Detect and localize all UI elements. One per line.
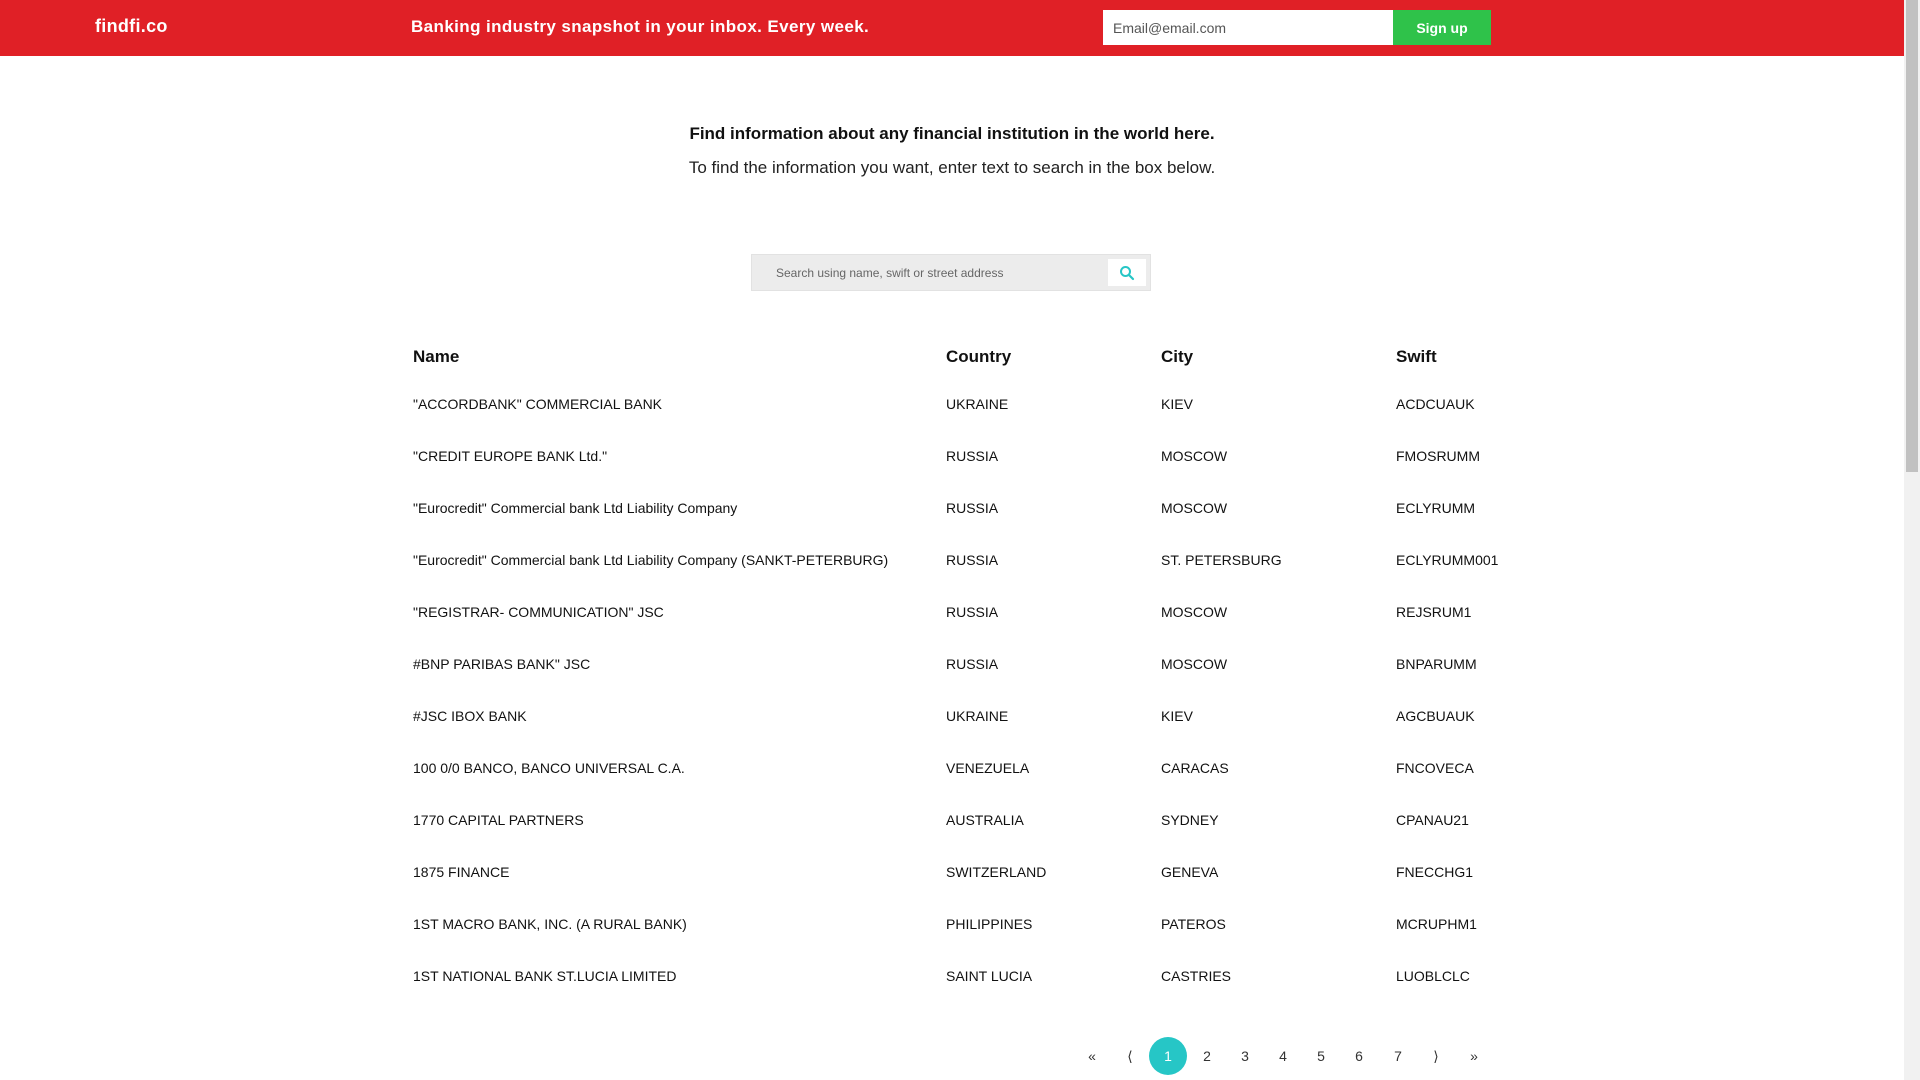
- cell-name[interactable]: "REGISTRAR- COMMUNICATION" JSC: [413, 586, 664, 638]
- cell-country: UKRAINE: [946, 396, 1009, 412]
- cell-name[interactable]: "Eurocredit" Commercial bank Ltd Liabili…: [413, 534, 888, 586]
- cell-name[interactable]: #JSC IBOX BANK: [413, 690, 527, 742]
- cell-swift: CPANAU21: [1396, 812, 1469, 828]
- cell-city: GENEVA: [1161, 864, 1219, 880]
- cell-swift: REJSRUM1: [1396, 604, 1472, 620]
- table-row[interactable]: "CREDIT EUROPE BANK Ltd." RUSSIA MOSCOW FMO…: [413, 430, 1513, 482]
- cell-city: CASTRIES: [1161, 968, 1232, 984]
- page-button-3[interactable]: 3: [1226, 1037, 1264, 1075]
- table-header-row: Name Country City Swift: [413, 336, 1513, 378]
- page-button-4[interactable]: 4: [1264, 1037, 1302, 1075]
- search-input[interactable]: [762, 255, 1107, 290]
- cell-swift: FMOSRUMM: [1396, 448, 1480, 464]
- cell-name[interactable]: 1770 CAPITAL PARTNERS: [413, 794, 584, 846]
- cell-name[interactable]: 1ST MACRO BANK, INC. (A RURAL BANK): [413, 898, 687, 950]
- table-body: "ACCORDBANK" COMMERCIAL BANK UKRAINE KIEV A…: [413, 378, 1513, 1002]
- cell-country: AUSTRALIA: [946, 812, 1024, 828]
- results-table: Name Country City Swift "ACCORDBANK" COM…: [413, 336, 1513, 1002]
- signup-button[interactable]: Sign up: [1393, 10, 1491, 45]
- cell-swift: BNPARUMM: [1396, 656, 1477, 672]
- page-button-5[interactable]: 5: [1302, 1037, 1340, 1075]
- column-header-name[interactable]: Name: [413, 336, 459, 378]
- table-row[interactable]: #JSC IBOX BANK UKRAINE KIEV AGCBUAUK: [413, 690, 1513, 742]
- cell-name[interactable]: "CREDIT EUROPE BANK Ltd.": [413, 430, 607, 482]
- cell-country: VENEZUELA: [946, 760, 1030, 776]
- column-header-city[interactable]: City: [1161, 336, 1193, 378]
- cell-city: MOSCOW: [1161, 656, 1228, 672]
- cell-country: SAINT LUCIA: [946, 968, 1033, 984]
- newsletter-tagline: Banking industry snapshot in your inbox.…: [411, 17, 870, 36]
- table-row[interactable]: 1ST NATIONAL BANK ST.LUCIA LIMITED SAINT …: [413, 950, 1513, 1002]
- cell-name[interactable]: #BNP PARIBAS BANK" JSC: [413, 638, 590, 690]
- table-row[interactable]: 1770 CAPITAL PARTNERS AUSTRALIA SYDNEY CPAN…: [413, 794, 1513, 846]
- cell-country: RUSSIA: [946, 448, 999, 464]
- page-subheading: To find the information you want, enter …: [688, 158, 1216, 177]
- cell-name[interactable]: 1ST NATIONAL BANK ST.LUCIA LIMITED: [413, 950, 676, 1002]
- page-button-1[interactable]: 1: [1149, 1037, 1187, 1075]
- cell-country: PHILIPPINES: [946, 916, 1033, 932]
- cell-city: PATEROS: [1161, 916, 1226, 932]
- scrollbar-thumb[interactable]: [1906, 0, 1918, 472]
- cell-city: ST. PETERSBURG: [1161, 552, 1282, 568]
- cell-city: SYDNEY: [1161, 812, 1219, 828]
- table-row[interactable]: 1875 FINANCE SWITZERLAND GENEVA FNECCHG1: [413, 846, 1513, 898]
- cell-swift: AGCBUAUK: [1396, 708, 1475, 724]
- column-header-swift[interactable]: Swift: [1396, 336, 1437, 378]
- cell-country: RUSSIA: [946, 500, 999, 516]
- table-row[interactable]: 1ST MACRO BANK, INC. (A RURAL BANK) PHILI…: [413, 898, 1513, 950]
- cell-swift: FNECCHG1: [1396, 864, 1474, 880]
- last-page-button[interactable]: »: [1455, 1037, 1493, 1075]
- cell-name[interactable]: 1875 FINANCE: [413, 846, 509, 898]
- search-button[interactable]: [1108, 259, 1146, 286]
- first-page-button[interactable]: «: [1073, 1037, 1111, 1075]
- top-banner: findfi.co Banking industry snapshot in y…: [0, 0, 1904, 56]
- cell-swift: ECLYRUMM001: [1396, 552, 1499, 568]
- table-row[interactable]: "ACCORDBANK" COMMERCIAL BANK UKRAINE KIEV A…: [413, 378, 1513, 430]
- newsletter-email-input[interactable]: [1103, 10, 1393, 45]
- cell-country: RUSSIA: [946, 604, 999, 620]
- cell-country: SWITZERLAND: [946, 864, 1047, 880]
- cell-swift: FNCOVECA: [1396, 760, 1474, 776]
- cell-city: CARACAS: [1161, 760, 1229, 776]
- page-button-7[interactable]: 7: [1379, 1037, 1417, 1075]
- next-page-button[interactable]: ⟩: [1417, 1037, 1455, 1075]
- table-row[interactable]: 100 0/0 BANCO, BANCO UNIVERSAL C.A. VENEZ…: [413, 742, 1513, 794]
- search-box: [751, 254, 1151, 291]
- cell-swift: ECLYRUMM: [1396, 500, 1476, 516]
- cell-swift: ACDCUAUK: [1396, 396, 1475, 412]
- cell-city: MOSCOW: [1161, 448, 1228, 464]
- table-row[interactable]: #BNP PARIBAS BANK" JSC RUSSIA MOSCOW BNPARU…: [413, 638, 1513, 690]
- cell-city: MOSCOW: [1161, 500, 1228, 516]
- cell-name[interactable]: "ACCORDBANK" COMMERCIAL BANK: [413, 378, 662, 430]
- cell-country: RUSSIA: [946, 656, 999, 672]
- table-row[interactable]: "Eurocredit" Commercial bank Ltd Liabili…: [413, 534, 1513, 586]
- cell-country: UKRAINE: [946, 708, 1009, 724]
- page-scrollbar[interactable]: [1904, 0, 1920, 1080]
- cell-city: KIEV: [1161, 396, 1193, 412]
- search-icon: [1120, 265, 1135, 280]
- cell-name[interactable]: 100 0/0 BANCO, BANCO UNIVERSAL C.A.: [413, 742, 685, 794]
- brand-logo[interactable]: findfi.co: [95, 16, 168, 37]
- cell-country: RUSSIA: [946, 552, 999, 568]
- cell-swift: LUOBLCLC: [1396, 968, 1470, 984]
- table-row[interactable]: "REGISTRAR- COMMUNICATION" JSC RUSSIA MOSC…: [413, 586, 1513, 638]
- cell-city: KIEV: [1161, 708, 1193, 724]
- page-button-2[interactable]: 2: [1188, 1037, 1226, 1075]
- table-row[interactable]: "Eurocredit" Commercial bank Ltd Liabili…: [413, 482, 1513, 534]
- cell-swift: MCRUPHM1: [1396, 916, 1477, 932]
- column-header-country[interactable]: Country: [946, 336, 1011, 378]
- page-heading: Find information about any financial ins…: [689, 124, 1215, 143]
- page-button-6[interactable]: 6: [1340, 1037, 1378, 1075]
- cell-name[interactable]: "Eurocredit" Commercial bank Ltd Liabili…: [413, 482, 737, 534]
- cell-city: MOSCOW: [1161, 604, 1228, 620]
- prev-page-button[interactable]: ⟨: [1111, 1037, 1149, 1075]
